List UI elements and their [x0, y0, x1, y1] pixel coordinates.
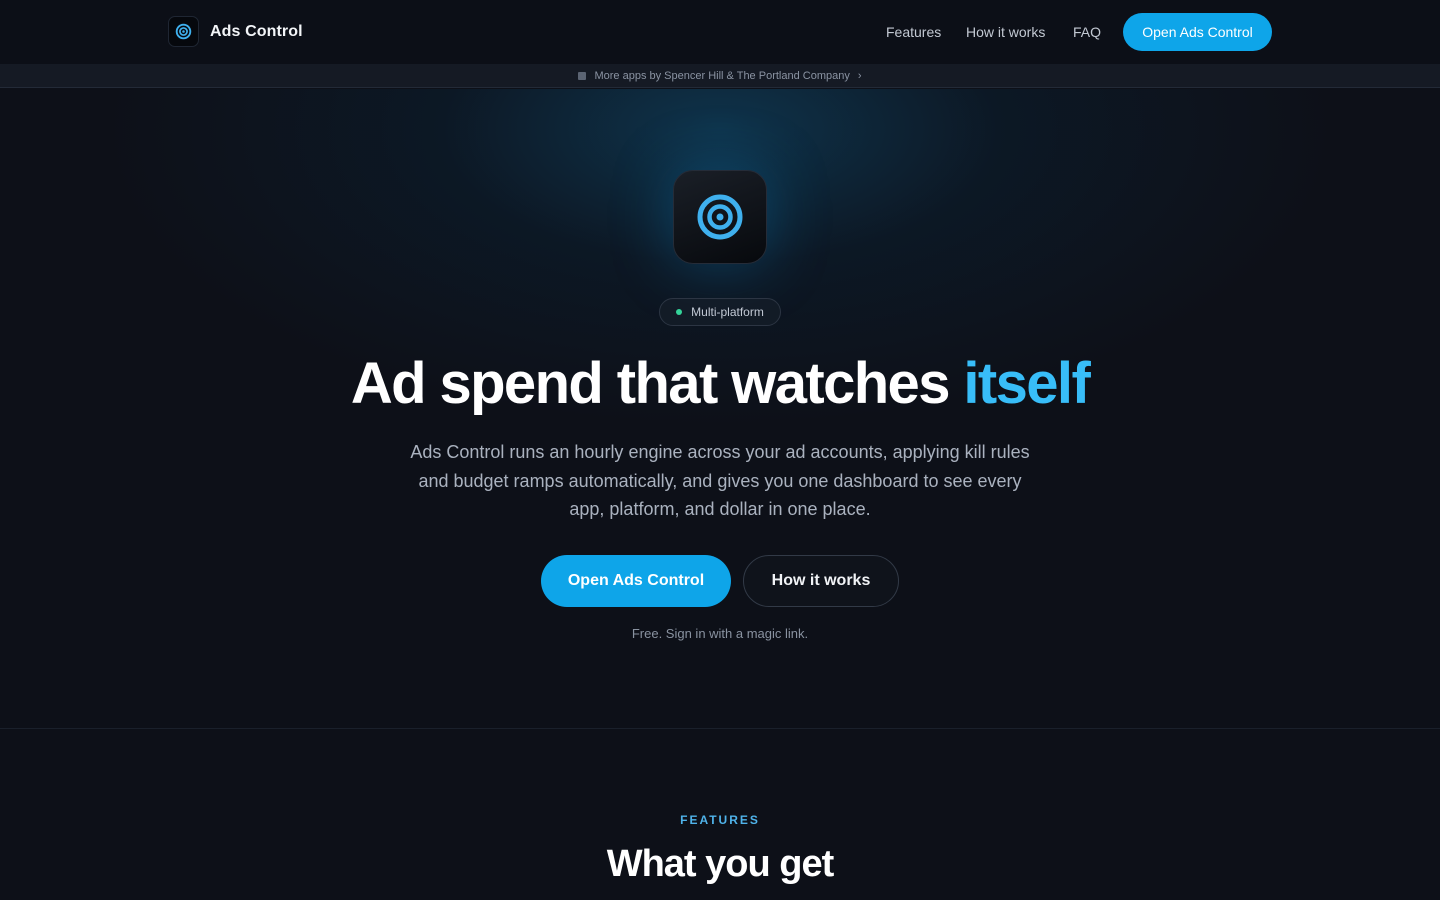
nav-link-how-it-works[interactable]: How it works	[966, 24, 1045, 40]
platform-badge: Multi-platform	[659, 298, 781, 326]
headline-accent: itself	[963, 351, 1090, 416]
hero-headline: Ad spend that watches itself	[0, 350, 1440, 417]
open-ads-control-button[interactable]: Open Ads Control	[1123, 13, 1272, 51]
how-it-works-button[interactable]: How it works	[743, 555, 899, 607]
top-nav: Ads Control Features How it works FAQ Op…	[0, 0, 1440, 64]
features-eyebrow: FEATURES	[680, 813, 760, 827]
brand[interactable]: Ads Control	[168, 16, 303, 47]
chevron-right-icon: ›	[857, 69, 862, 82]
brand-name: Ads Control	[210, 22, 303, 40]
target-icon	[168, 16, 199, 47]
more-apps-text: More apps by Spencer Hill & The Portland…	[594, 69, 850, 82]
app-grid-icon	[578, 71, 587, 80]
more-apps-banner[interactable]: More apps by Spencer Hill & The Portland…	[0, 64, 1440, 88]
status-dot-icon	[676, 309, 683, 315]
signup-note: Free. Sign in with a magic link.	[631, 626, 809, 641]
hero-description: Ads Control runs an hourly engine across…	[410, 442, 1030, 519]
nav-link-faq[interactable]: FAQ	[1073, 24, 1101, 40]
features-title: What you get	[606, 843, 835, 885]
nav-link-features[interactable]: Features	[886, 24, 941, 40]
open-ads-control-hero-button[interactable]: Open Ads Control	[541, 555, 731, 607]
target-icon	[673, 170, 767, 264]
headline-main: Ad spend that watches	[350, 351, 951, 416]
platform-badge-label: Multi-platform	[691, 305, 764, 319]
